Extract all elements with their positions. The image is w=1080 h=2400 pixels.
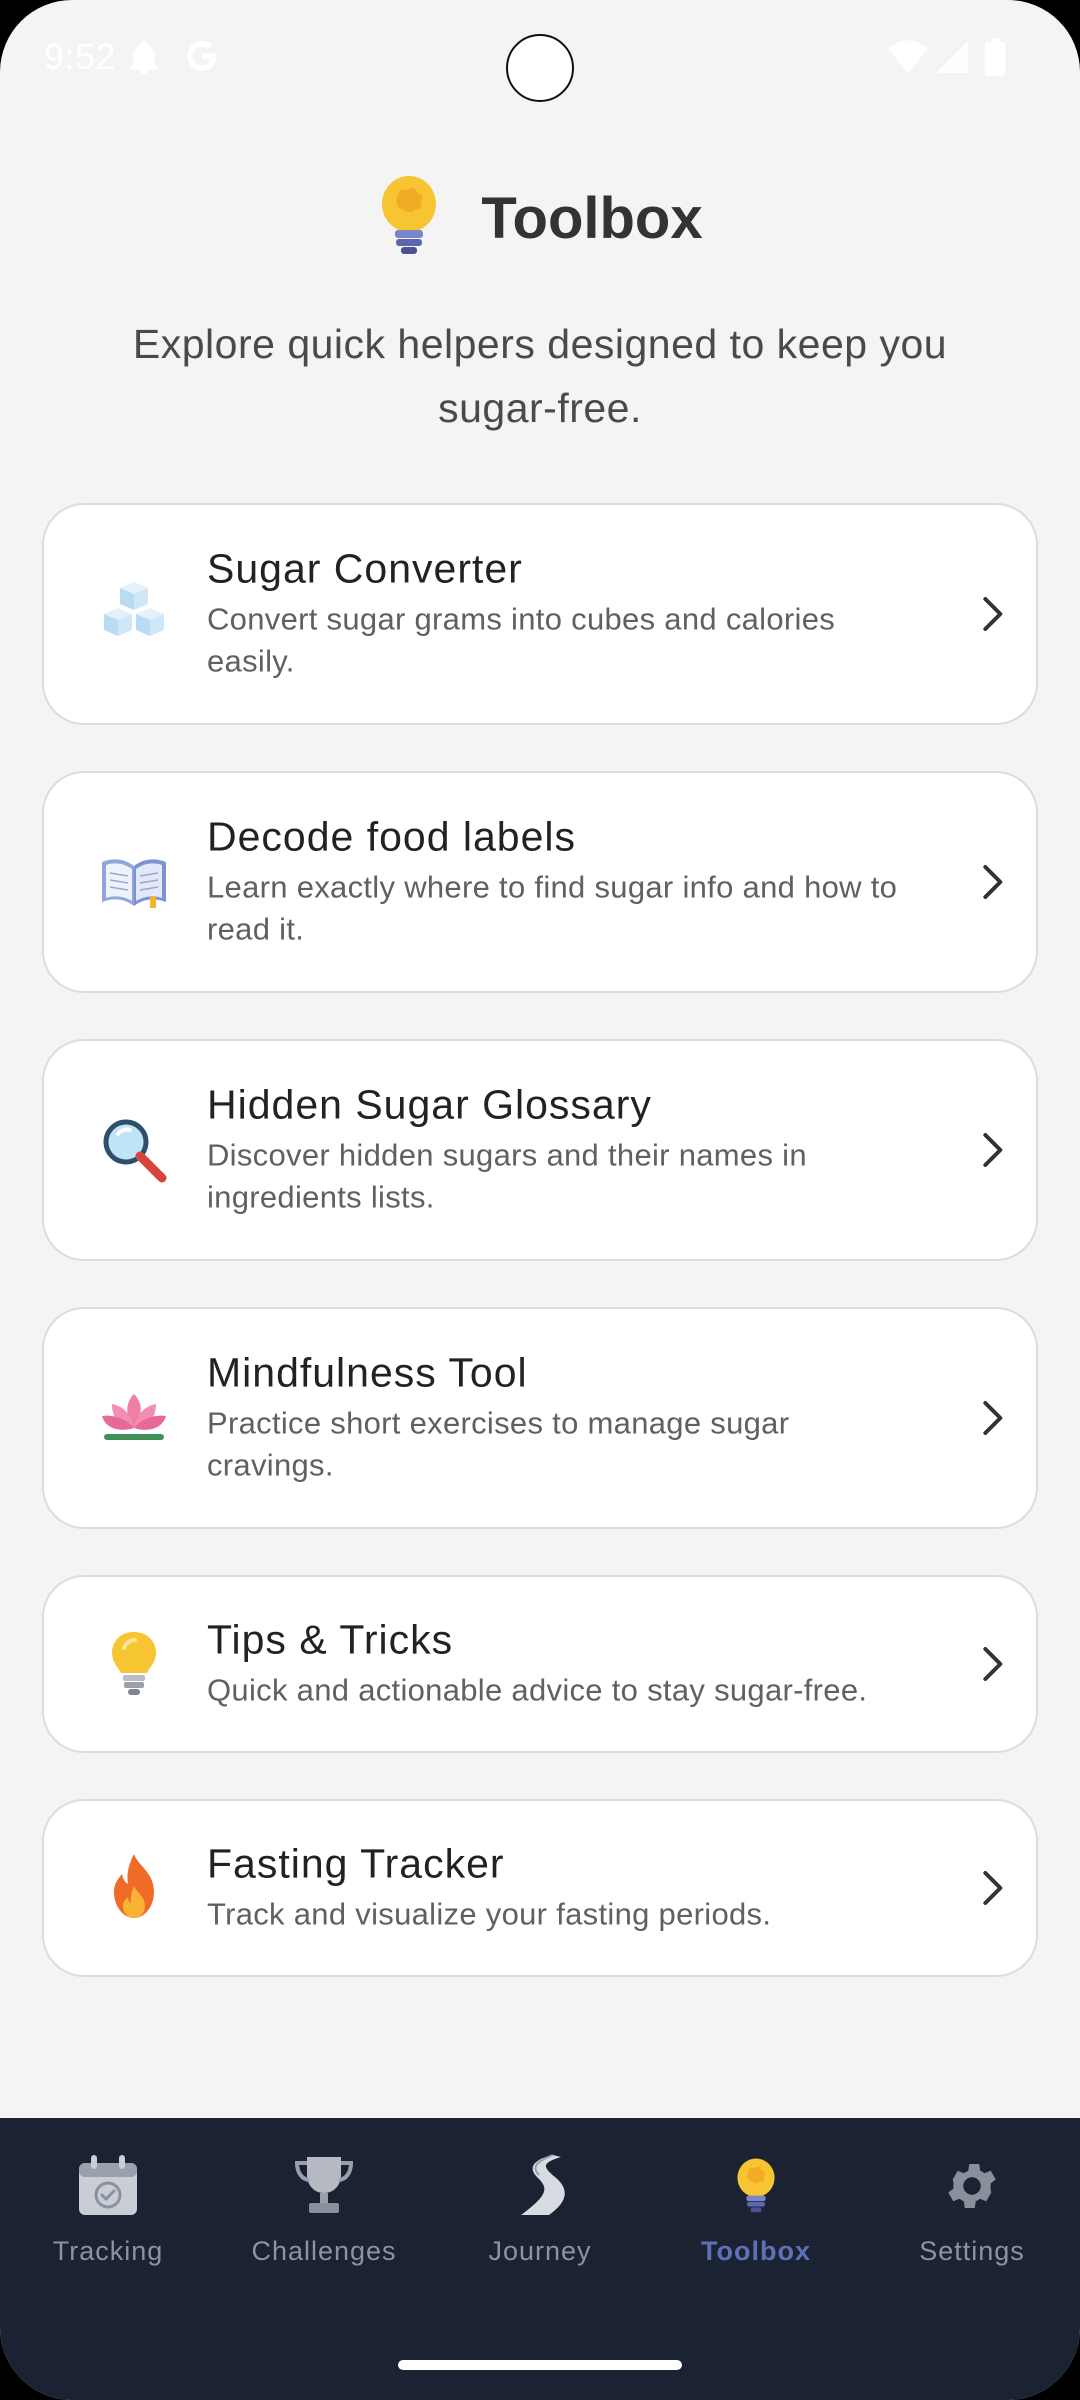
tool-description: Track and visualize your fasting periods… xyxy=(207,1896,772,1932)
front-camera xyxy=(506,34,574,102)
nav-item-journey[interactable]: Journey xyxy=(432,2150,648,2267)
tool-card-mindfulness-tool[interactable]: Mindfulness Tool Practice short exercise… xyxy=(42,1307,1038,1529)
nav-label: Tracking xyxy=(52,2236,164,2266)
tool-card-sugar-converter[interactable]: Sugar Converter Convert sugar grams into… xyxy=(42,503,1038,725)
nav-label: Challenges xyxy=(251,2236,397,2266)
tool-description: Discover hidden sugars and their names i… xyxy=(207,1137,807,1215)
tool-card-tips-and-tricks[interactable]: Tips & Tricks Quick and actionable advic… xyxy=(42,1575,1038,1753)
nav-label: Toolbox xyxy=(701,2236,811,2266)
home-indicator[interactable] xyxy=(398,2360,682,2370)
lightbulb-brain-icon xyxy=(720,2150,792,2222)
tool-title: Fasting Tracker xyxy=(207,1840,505,1887)
screen: 9:52 Toolbox Explore quick helpers desig… xyxy=(0,0,1080,2400)
tool-description: Learn exactly where to find sugar info a… xyxy=(207,869,898,947)
magnifier-icon xyxy=(98,1114,170,1186)
fire-icon xyxy=(98,1852,170,1924)
tool-description: Practice short exercises to manage sugar… xyxy=(207,1405,790,1483)
chevron-right-icon xyxy=(983,1871,1003,1905)
notification-bell-icon xyxy=(128,40,160,81)
tool-card-decode-food-labels[interactable]: Decode food labels Learn exactly where t… xyxy=(42,771,1038,993)
sugar-cubes-icon xyxy=(98,578,170,650)
open-book-icon xyxy=(98,846,170,918)
nav-label: Settings xyxy=(919,2236,1025,2266)
lotus-icon xyxy=(98,1382,170,1454)
chevron-right-icon xyxy=(983,1133,1003,1167)
battery-icon xyxy=(984,38,1006,81)
tool-title: Mindfulness Tool xyxy=(207,1349,528,1396)
calendar-check-icon xyxy=(72,2150,144,2222)
signal-icon xyxy=(936,40,968,79)
gear-icon xyxy=(936,2150,1008,2222)
lightbulb-brain-icon xyxy=(377,174,441,263)
trophy-icon xyxy=(288,2150,360,2222)
tool-description: Convert sugar grams into cubes and calor… xyxy=(207,601,836,679)
bottom-nav: Tracking Challenges Journey Toolbox Sett… xyxy=(0,2118,1080,2400)
nav-item-toolbox[interactable]: Toolbox xyxy=(648,2150,864,2267)
page-subtitle: Explore quick helpers designed to keep y… xyxy=(132,321,948,431)
winding-road-icon xyxy=(504,2150,576,2222)
lightbulb-icon xyxy=(98,1628,170,1700)
tool-title: Hidden Sugar Glossary xyxy=(207,1081,652,1128)
tool-description: Quick and actionable advice to stay suga… xyxy=(207,1672,868,1708)
status-time: 9:52 xyxy=(44,36,117,77)
tool-card-hidden-sugar-glossary[interactable]: Hidden Sugar Glossary Discover hidden su… xyxy=(42,1039,1038,1261)
tool-title: Sugar Converter xyxy=(207,545,523,592)
nav-label: Journey xyxy=(488,2236,592,2266)
tool-title: Tips & Tricks xyxy=(207,1616,454,1663)
chevron-right-icon xyxy=(983,1647,1003,1681)
nav-item-tracking[interactable]: Tracking xyxy=(0,2150,216,2267)
tool-list: Sugar Converter Convert sugar grams into… xyxy=(42,503,1038,2023)
google-icon xyxy=(184,38,220,79)
page-header: Toolbox xyxy=(0,168,1080,268)
page-title: Toolbox xyxy=(481,185,703,251)
tool-card-fasting-tracker[interactable]: Fasting Tracker Track and visualize your… xyxy=(42,1799,1038,1977)
status-bar: 9:52 xyxy=(0,0,1080,120)
nav-item-settings[interactable]: Settings xyxy=(864,2150,1080,2267)
chevron-right-icon xyxy=(983,865,1003,899)
tool-title: Decode food labels xyxy=(207,813,577,860)
nav-item-challenges[interactable]: Challenges xyxy=(216,2150,432,2267)
chevron-right-icon xyxy=(983,1401,1003,1435)
wifi-icon xyxy=(888,40,928,79)
chevron-right-icon xyxy=(983,597,1003,631)
